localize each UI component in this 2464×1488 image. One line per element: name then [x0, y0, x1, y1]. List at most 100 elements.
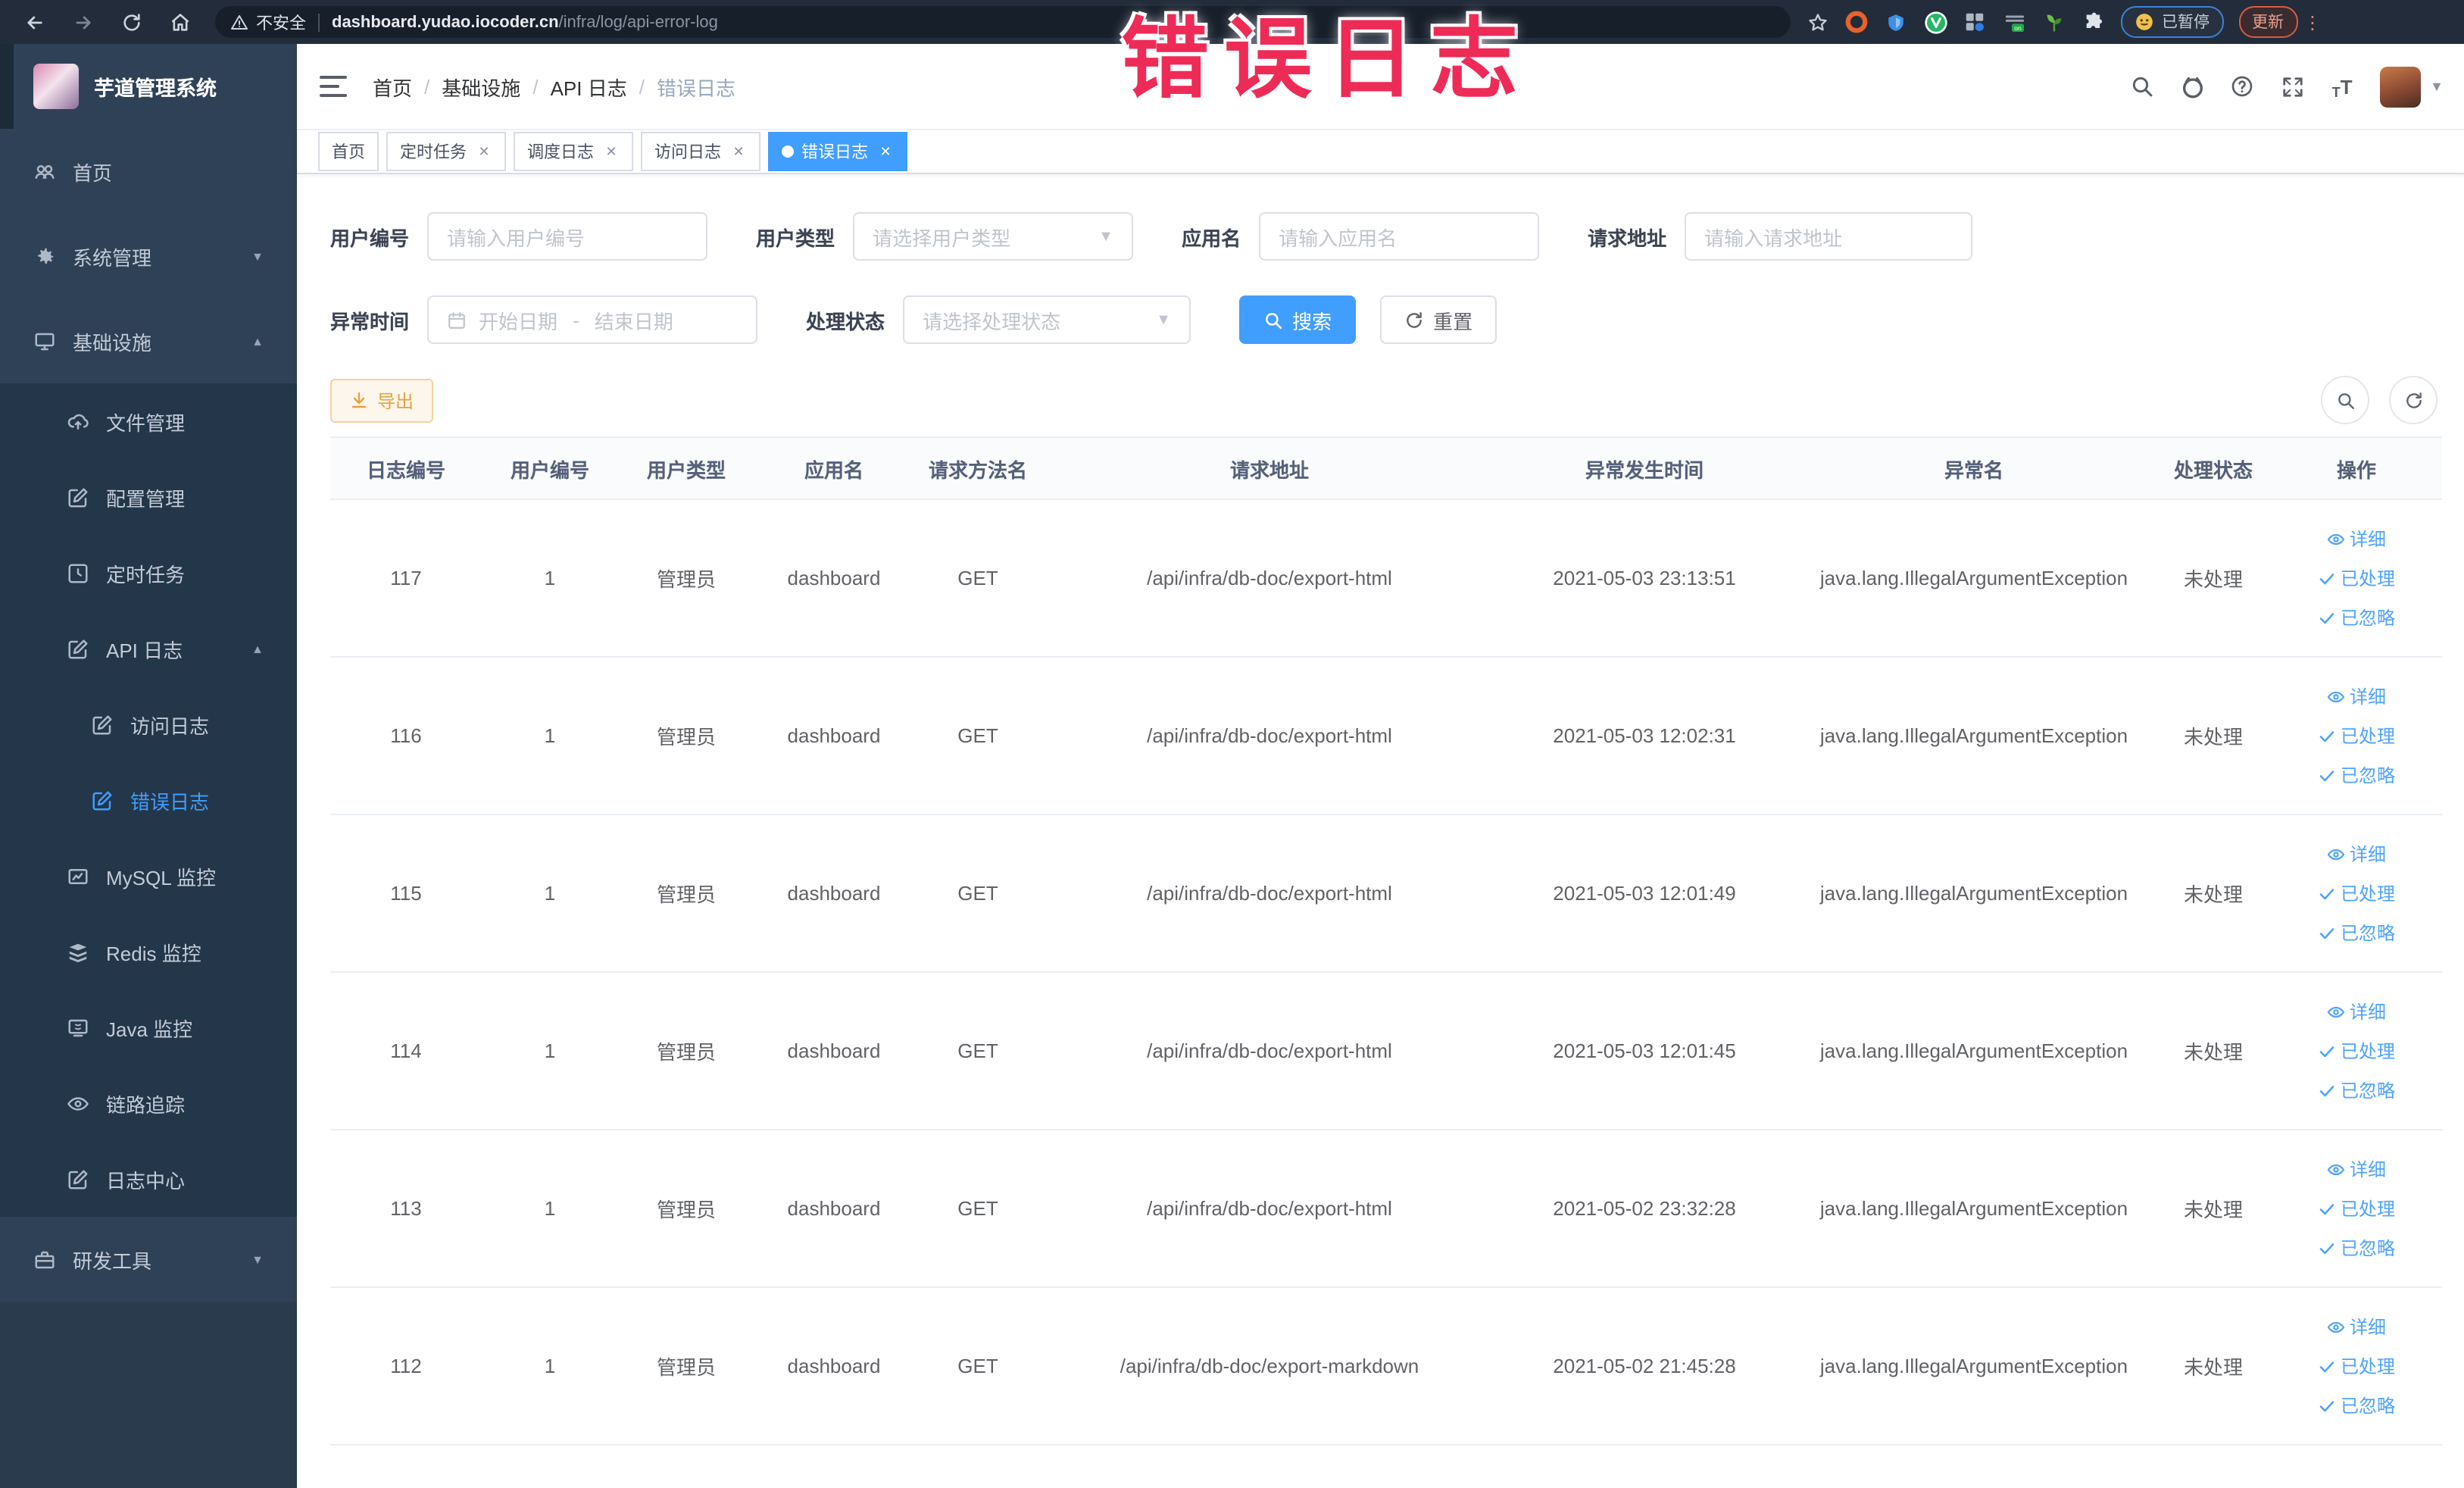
action-label: 已处理	[2340, 1198, 2395, 1219]
help-icon[interactable]	[2228, 73, 2256, 100]
view-icon	[2327, 687, 2345, 705]
address-bar[interactable]: 不安全 dashboard.yudao.iocoder.cn/infra/log…	[215, 6, 1791, 38]
table-row: 113 1 管理员 dashboard GET/api/infra/db-doc/exp…	[330, 1130, 2442, 1288]
app-name-input[interactable]: 请输入应用名	[1259, 212, 1540, 261]
close-icon[interactable]: ✕	[476, 143, 492, 160]
tag-item[interactable]: 定时任务 ✕	[386, 132, 506, 171]
cell-status: 未处理	[2156, 499, 2271, 658]
avatar[interactable]	[2380, 66, 2422, 107]
sidebar-item-config-management[interactable]: 配置管理	[0, 459, 297, 535]
mark-processed-link[interactable]: 已处理	[2318, 1031, 2395, 1071]
close-icon[interactable]: ✕	[877, 143, 894, 160]
close-icon[interactable]: ✕	[730, 143, 747, 160]
column-header: 请求方法名	[913, 436, 1042, 500]
extensions-puzzle-icon[interactable]	[2080, 9, 2106, 35]
extension-shield-icon[interactable]	[1883, 9, 1909, 35]
back-icon[interactable]	[21, 8, 48, 36]
sidebar-item-dev-tools[interactable]: 研发工具 ▼	[0, 1217, 297, 1302]
detail-link[interactable]: 详细	[2327, 677, 2386, 716]
browser-menu-icon[interactable]: ⋮	[2303, 11, 2322, 33]
mark-processed-link[interactable]: 已处理	[2318, 1346, 2395, 1386]
content: 用户编号 请输入用户编号 用户类型 请选择用户类型 ▼ 应用名 请输入应用名 请…	[297, 174, 2464, 1488]
mark-processed-link[interactable]: 已处理	[2318, 874, 2395, 913]
sidebar-item-java-monitor[interactable]: Java 监控	[0, 989, 297, 1065]
request-url-input[interactable]: 请输入请求地址	[1685, 212, 1973, 261]
logo-row[interactable]: 芋道管理系统	[0, 44, 297, 129]
filter-user-id: 用户编号 请输入用户编号	[330, 212, 708, 261]
detail-link[interactable]: 详细	[2327, 1149, 2386, 1189]
user-type-select[interactable]: 请选择用户类型 ▼	[853, 212, 1134, 261]
breadcrumb-item[interactable]: 首页	[373, 72, 412, 101]
edit-square-icon	[65, 1167, 89, 1191]
bookmark-star-icon[interactable]	[1804, 9, 1830, 35]
chevron-down-icon[interactable]: ▼	[2430, 79, 2444, 94]
export-button[interactable]: 导出	[330, 378, 434, 422]
detail-link[interactable]: 详细	[2327, 834, 2386, 874]
sidebar-item-scheduled-tasks[interactable]: 定时任务	[0, 535, 297, 611]
detail-link[interactable]: 详细	[2327, 992, 2386, 1031]
font-size-icon[interactable]: TT	[2328, 73, 2356, 100]
cell-user-type: 管理员	[618, 1130, 754, 1288]
cell-exception-time: 2021-05-02 21:45:28	[1497, 1287, 1792, 1446]
breadcrumb-separator: /	[424, 75, 430, 98]
tag-item[interactable]: 首页	[318, 132, 379, 171]
date-range-input[interactable]: 开始日期 - 结束日期	[427, 295, 758, 344]
cell-user-type: 管理员	[618, 1287, 754, 1446]
extension-orange-icon[interactable]	[1844, 9, 1869, 35]
extension-leaf-icon[interactable]	[2041, 9, 2066, 35]
home-button-icon[interactable]	[167, 8, 194, 36]
breadcrumb-item[interactable]: 基础设施	[442, 72, 520, 101]
sidebar-item-home[interactable]: 首页	[0, 129, 297, 214]
mark-ignored-link[interactable]: 已忽略	[2318, 1386, 2395, 1425]
breadcrumb: 首页 / 基础设施 / API 日志 / 错误日志	[373, 72, 735, 101]
process-status-select[interactable]: 请选择处理状态 ▼	[903, 295, 1191, 344]
search-icon[interactable]	[2128, 73, 2156, 100]
tag-active[interactable]: 错误日志 ✕	[768, 132, 907, 171]
github-icon[interactable]	[2178, 73, 2206, 100]
reset-button[interactable]: 重置	[1380, 295, 1497, 344]
paused-extension-chip[interactable]: 已暂停	[2121, 6, 2223, 38]
fullscreen-icon[interactable]	[2278, 73, 2306, 100]
security-label[interactable]: 不安全	[256, 10, 306, 34]
sidebar-item-access-log[interactable]: 访问日志	[0, 686, 297, 762]
table-header-row: 日志编号 用户编号 用户类型 应用名 请求方法名 请求地址 异常发生时间 异常名 处理状态 操作	[330, 436, 2442, 500]
mark-ignored-link[interactable]: 已忽略	[2318, 598, 2395, 637]
sidebar-item-log-center[interactable]: 日志中心	[0, 1141, 297, 1217]
mark-ignored-link[interactable]: 已忽略	[2318, 755, 2395, 795]
column-header: 日志编号	[330, 436, 482, 500]
extension-grid-icon[interactable]	[1962, 9, 1988, 35]
cell-log-id: 114	[330, 972, 482, 1130]
toggle-search-button[interactable]	[2321, 376, 2369, 424]
sidebar-item-infrastructure[interactable]: 基础设施 ▲	[0, 299, 297, 383]
forward-icon[interactable]	[70, 8, 97, 36]
update-chip[interactable]: 更新	[2238, 6, 2297, 38]
tag-item[interactable]: 调度日志 ✕	[514, 132, 633, 171]
mark-processed-link[interactable]: 已处理	[2318, 1189, 2395, 1228]
breadcrumb-item[interactable]: API 日志	[551, 72, 627, 101]
sidebar-item-trace[interactable]: 链路追踪	[0, 1065, 297, 1141]
sidebar-item-file-management[interactable]: 文件管理	[0, 383, 297, 459]
sidebar-item-mysql-monitor[interactable]: MySQL 监控	[0, 838, 297, 914]
user-id-input[interactable]: 请输入用户编号	[427, 212, 708, 261]
extension-green-v-icon[interactable]	[1922, 9, 1948, 35]
refresh-table-button[interactable]	[2389, 376, 2437, 424]
mark-ignored-link[interactable]: 已忽略	[2318, 913, 2395, 952]
close-icon[interactable]: ✕	[603, 143, 620, 160]
sidebar-item-api-log[interactable]: API 日志 ▲	[0, 611, 297, 686]
mark-processed-link[interactable]: 已处理	[2318, 716, 2395, 755]
extension-on-switch-icon[interactable]: on	[2001, 9, 2027, 35]
url-domain: dashboard.yudao.iocoder.cn	[332, 13, 559, 31]
search-button[interactable]: 搜索	[1239, 295, 1357, 344]
sidebar-item-redis-monitor[interactable]: Redis 监控	[0, 914, 297, 989]
hamburger-icon[interactable]	[320, 76, 347, 97]
sidebar-item-system-management[interactable]: 系统管理 ▼	[0, 214, 297, 299]
reload-icon[interactable]	[118, 8, 145, 36]
mark-ignored-link[interactable]: 已忽略	[2318, 1071, 2395, 1110]
cell-exception-time: 2021-05-03 12:02:31	[1497, 657, 1792, 815]
detail-link[interactable]: 详细	[2327, 519, 2386, 558]
sidebar-item-error-log[interactable]: 错误日志	[0, 762, 297, 838]
mark-ignored-link[interactable]: 已忽略	[2318, 1228, 2395, 1268]
detail-link[interactable]: 详细	[2327, 1307, 2386, 1346]
mark-processed-link[interactable]: 已处理	[2318, 558, 2395, 598]
tag-item[interactable]: 访问日志 ✕	[641, 132, 760, 171]
